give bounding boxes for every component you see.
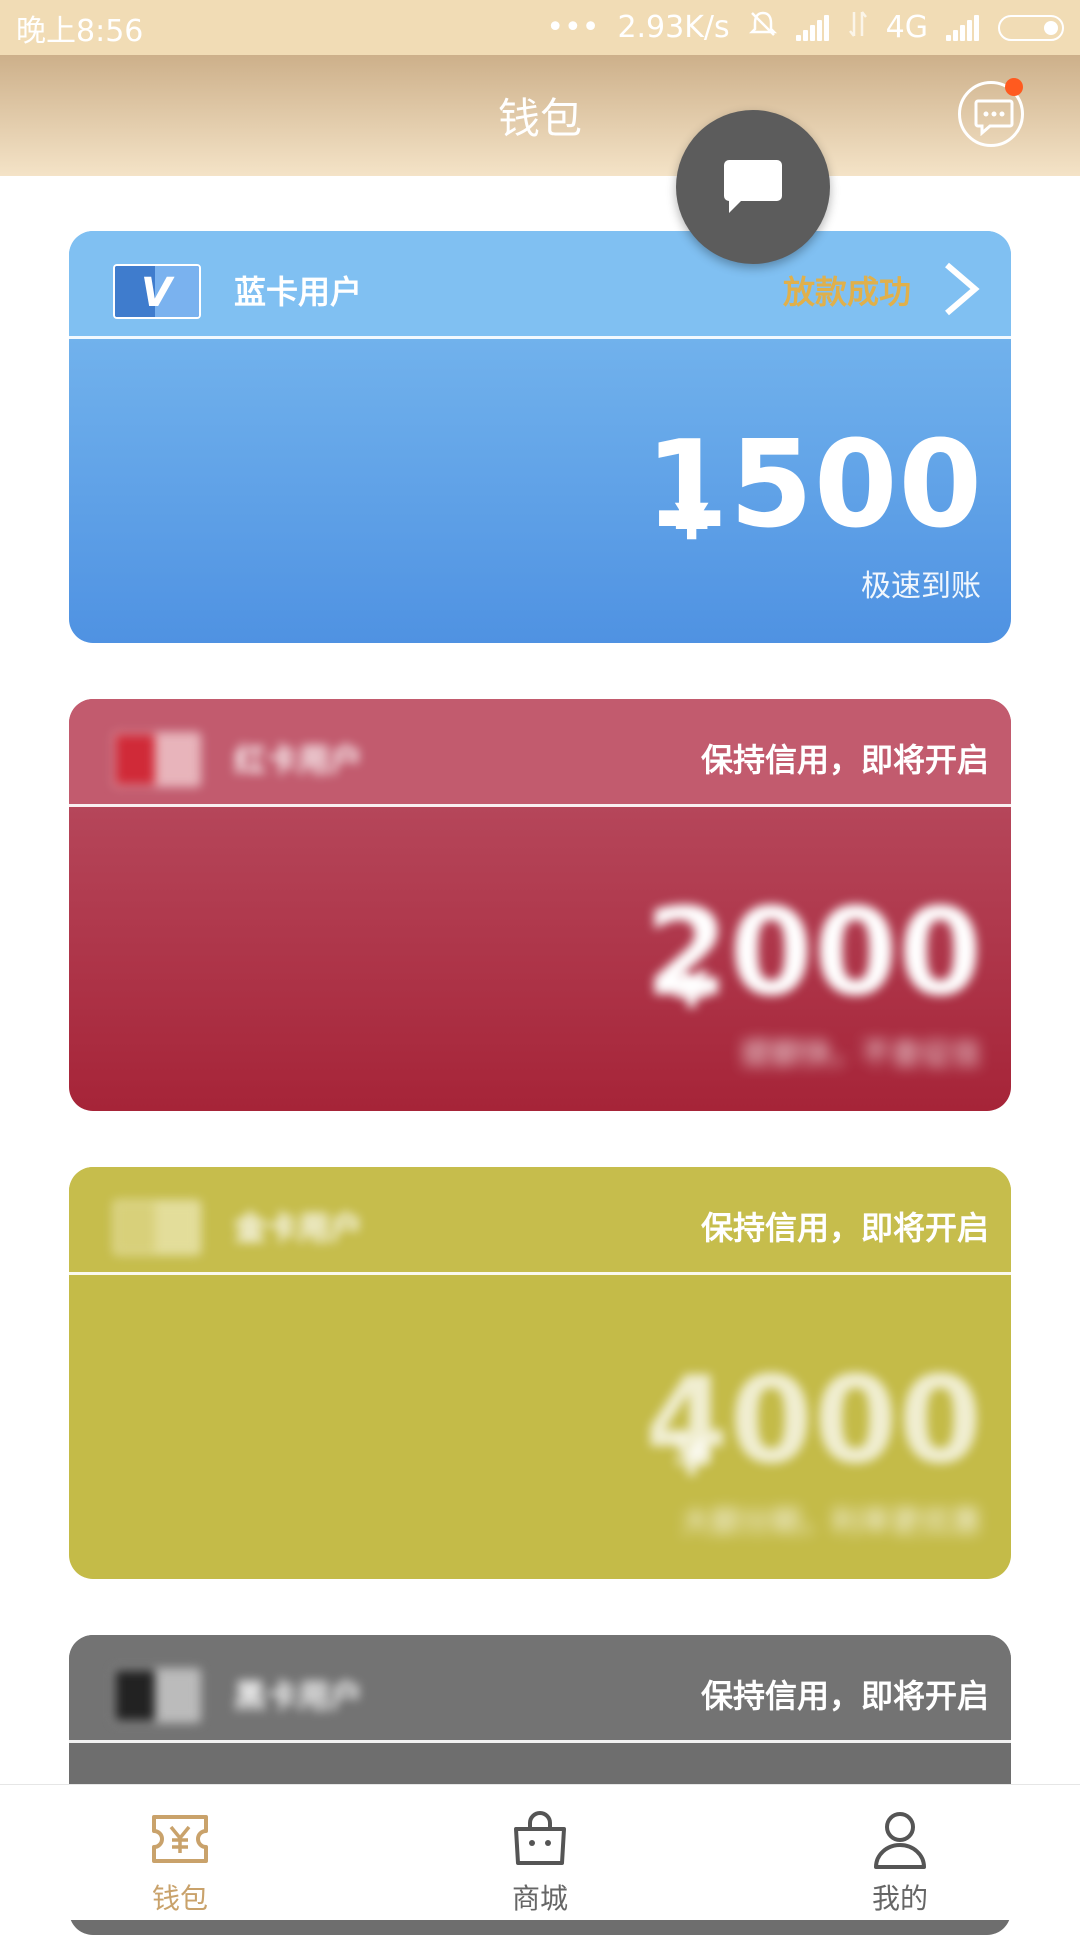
notification-dot: [1005, 78, 1023, 96]
card-status: 保持信用，即将开启: [700, 1677, 989, 1715]
card-red[interactable]: 红卡用户 保持信用，即将开启 ¥ 2000 提额快，不查征信: [69, 699, 1011, 1111]
user-icon: [874, 1812, 926, 1869]
signal-icon-2: [946, 14, 980, 41]
card-header: 金卡用户 保持信用，即将开启: [69, 1167, 1011, 1275]
card-blue[interactable]: V 蓝卡用户 放款成功 ¥ 1500 极速到账: [69, 231, 1011, 643]
battery-icon: [998, 14, 1064, 41]
card-header: V 蓝卡用户 放款成功: [69, 231, 1011, 339]
data-transfer-icon: [848, 10, 868, 46]
card-amount: 1500: [645, 416, 983, 555]
app-header: 钱包: [0, 55, 1080, 176]
alarm-off-icon: [748, 9, 778, 47]
card-name: 黑卡用户: [234, 1677, 363, 1715]
card-name: 金卡用户: [234, 1209, 363, 1247]
card-subtitle: 极速到账: [861, 569, 981, 604]
wallet-yen-icon: [152, 1815, 208, 1863]
more-dots-icon: •••: [546, 10, 600, 45]
tab-mine[interactable]: 我的: [720, 1785, 1080, 1920]
message-button[interactable]: [958, 78, 1024, 147]
card-amount: 4000: [645, 1352, 983, 1491]
card-subtitle: 提额快，不查征信: [741, 1037, 981, 1072]
card-status: 放款成功: [782, 273, 911, 311]
shopping-bag-icon: [514, 1811, 566, 1865]
chevron-right-icon[interactable]: [939, 261, 983, 317]
tab-wallet[interactable]: 钱包: [0, 1785, 360, 1920]
chat-bubble-icon: [974, 99, 1014, 136]
card-logo-icon: V: [113, 264, 201, 319]
chat-bubble-icon: [724, 160, 782, 213]
card-logo-icon: [113, 1668, 201, 1723]
bottom-tab-bar: 钱包 商城 我的: [0, 1784, 1080, 1920]
card-logo-icon: [113, 732, 201, 787]
tab-label: 钱包: [151, 1882, 208, 1915]
tab-label: 我的: [871, 1882, 928, 1915]
card-header: 红卡用户 保持信用，即将开启: [69, 699, 1011, 807]
signal-icon: [795, 14, 830, 41]
card-status: 保持信用，即将开启: [700, 741, 989, 779]
card-amount: 2000: [645, 884, 983, 1023]
card-gold[interactable]: 金卡用户 保持信用，即将开启 ¥ 4000 大额分期，利率更优惠: [69, 1167, 1011, 1579]
tab-mall[interactable]: 商城: [360, 1785, 720, 1920]
floating-chat-button[interactable]: [676, 110, 830, 264]
tab-label: 商城: [511, 1882, 568, 1915]
card-subtitle: 大额分期，利率更优惠: [681, 1505, 981, 1540]
status-time: 晚上8:56: [16, 13, 144, 49]
card-logo-icon: [113, 1200, 201, 1255]
page-title: 钱包: [497, 94, 582, 143]
card-name: 红卡用户: [234, 741, 363, 779]
network-speed: 2.93K/s: [617, 10, 730, 45]
network-type: 4G: [885, 10, 928, 45]
status-icons: ••• 2.93K/s 4G: [546, 9, 1064, 47]
card-name: 蓝卡用户: [234, 273, 363, 311]
card-header: 黑卡用户 保持信用，即将开启: [69, 1635, 1011, 1743]
status-bar: 晚上8:56 ••• 2.93K/s 4G: [0, 0, 1080, 55]
card-status: 保持信用，即将开启: [700, 1209, 989, 1247]
